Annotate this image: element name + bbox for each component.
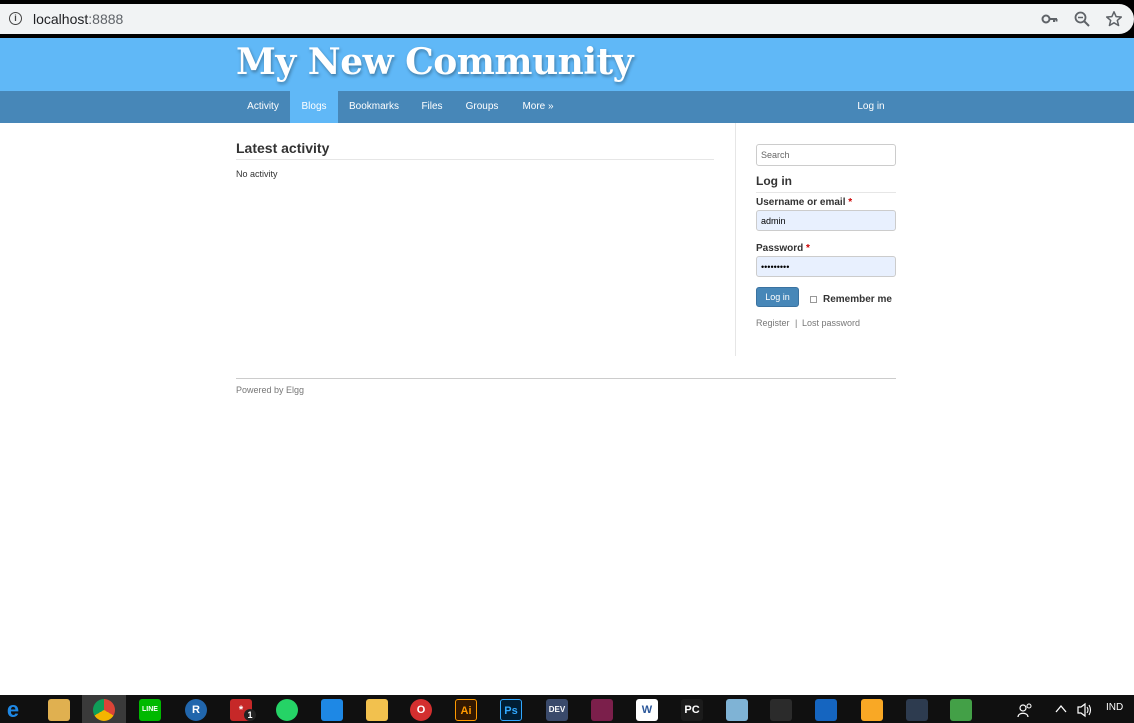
snagit-badge: 1	[244, 709, 256, 721]
folder-icon[interactable]	[366, 699, 388, 721]
star-icon[interactable]	[1105, 10, 1123, 28]
illustrator-icon[interactable]: Ai	[455, 699, 477, 721]
password-label: Password *	[756, 243, 810, 254]
password-label-text: Password	[756, 243, 804, 254]
login-heading: Log in	[756, 174, 792, 188]
opera-icon[interactable]: O	[410, 699, 432, 721]
codeblocks-icon[interactable]	[861, 699, 883, 721]
login-divider	[756, 192, 896, 193]
footer-divider	[236, 378, 896, 379]
login-button[interactable]: Log in	[756, 287, 799, 307]
volume-icon[interactable]	[1076, 702, 1094, 718]
link-separator: |	[795, 318, 798, 328]
nav-item-bookmarks[interactable]: Bookmarks	[338, 91, 410, 123]
language-indicator[interactable]: IND	[1106, 702, 1123, 713]
git-icon[interactable]	[950, 699, 972, 721]
username-label-text: Username or email	[756, 197, 846, 208]
windows-taskbar: e LINE R * 1 O Ai Ps DEV W PC IND	[0, 695, 1134, 723]
latest-activity-heading: Latest activity	[236, 140, 330, 156]
browser-chrome: i localhost:8888	[0, 0, 1134, 38]
chevron-up-icon[interactable]	[1055, 704, 1067, 714]
word-icon[interactable]: W	[636, 699, 658, 721]
remember-me-checkbox[interactable]	[810, 296, 817, 303]
nav-item-groups[interactable]: Groups	[454, 91, 510, 123]
winrar-icon[interactable]	[591, 699, 613, 721]
site-title[interactable]: My New Community	[236, 41, 634, 83]
search-input[interactable]	[756, 144, 896, 166]
remember-me-label[interactable]: Remember me	[823, 294, 892, 305]
heading-divider	[236, 159, 714, 160]
terminal-icon[interactable]	[770, 699, 792, 721]
url-text[interactable]: localhost:8888	[33, 11, 123, 27]
r-icon[interactable]: R	[185, 699, 207, 721]
site-header: My New Community	[0, 38, 1134, 91]
footer-powered-by[interactable]: Powered by Elgg	[236, 385, 304, 395]
register-link[interactable]: Register	[756, 318, 790, 328]
required-mark: *	[848, 197, 853, 208]
username-label: Username or email *	[756, 197, 852, 208]
required-mark: *	[806, 243, 810, 254]
empty-activity-text: No activity	[236, 169, 278, 179]
line-icon[interactable]: LINE	[139, 699, 161, 721]
obs-icon[interactable]	[906, 699, 928, 721]
devcpp-icon[interactable]: DEV	[546, 699, 568, 721]
sidebar-divider	[735, 123, 736, 356]
zoom-icon[interactable]	[1073, 10, 1091, 28]
virtualbox-icon[interactable]	[815, 699, 837, 721]
nav-item-more[interactable]: More »	[510, 91, 566, 123]
key-icon[interactable]	[1041, 10, 1059, 28]
username-field[interactable]	[756, 210, 896, 231]
lost-password-link[interactable]: Lost password	[802, 318, 860, 328]
address-bar[interactable]: i localhost:8888	[0, 4, 1134, 34]
vscode-icon[interactable]	[321, 699, 343, 721]
nav-item-activity[interactable]: Activity	[236, 91, 290, 123]
pycharm-icon[interactable]: PC	[681, 699, 703, 721]
people-icon[interactable]	[1017, 702, 1033, 718]
url-port: :8888	[88, 11, 124, 27]
password-field[interactable]	[756, 256, 896, 277]
info-icon[interactable]: i	[9, 12, 22, 25]
nav-item-blogs[interactable]: Blogs	[290, 91, 338, 123]
whatsapp-icon[interactable]	[276, 699, 298, 721]
chrome-icon[interactable]	[93, 699, 115, 721]
url-host: localhost	[33, 11, 89, 27]
nav-item-files[interactable]: Files	[410, 91, 454, 123]
site-nav: Activity Blogs Bookmarks Files Groups Mo…	[0, 91, 1134, 123]
edge-icon[interactable]: e	[2, 699, 24, 721]
nav-login-link[interactable]: Log in	[846, 91, 896, 123]
paint-icon[interactable]	[48, 699, 70, 721]
paint-palette-icon[interactable]	[726, 699, 748, 721]
photoshop-icon[interactable]: Ps	[500, 699, 522, 721]
